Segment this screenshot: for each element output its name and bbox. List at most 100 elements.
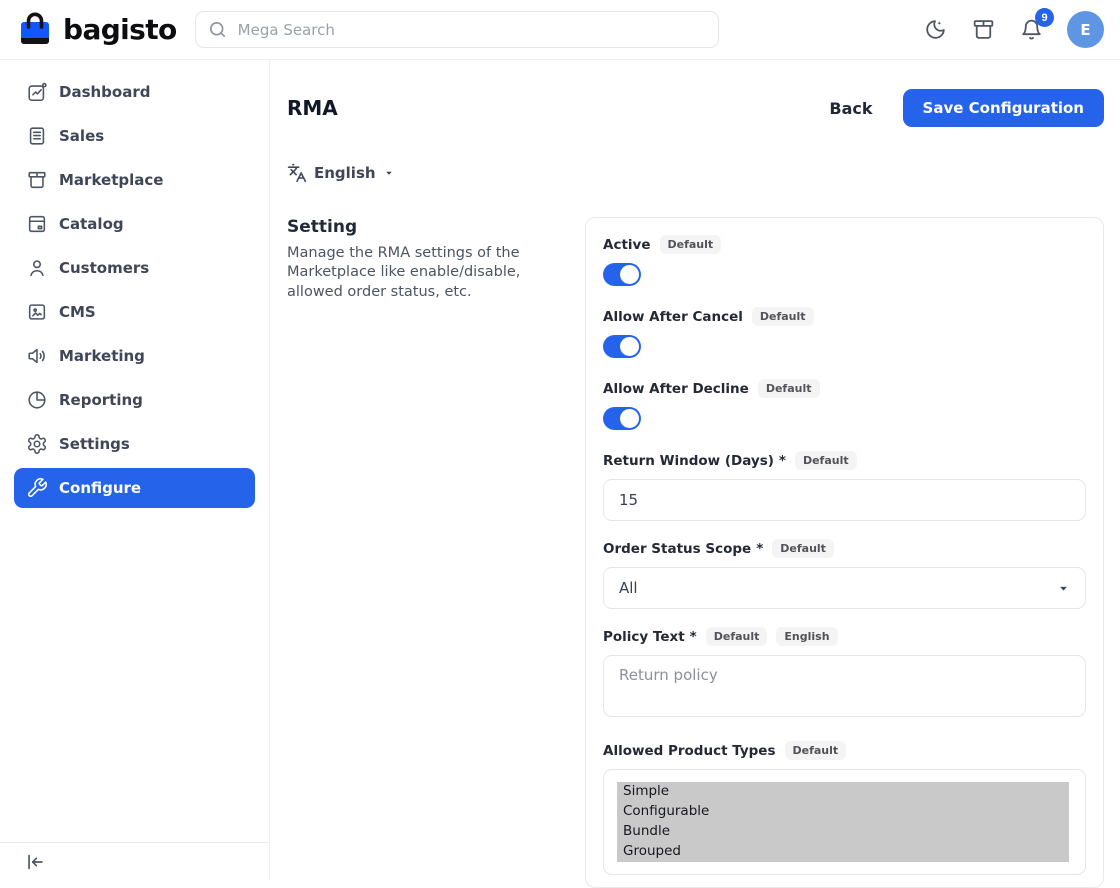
sidebar-item-catalog[interactable]: Catalog xyxy=(14,204,255,244)
store-button[interactable] xyxy=(971,17,996,42)
section-title: Setting xyxy=(287,217,585,237)
default-badge: Default xyxy=(795,451,857,470)
sidebar-item-dashboard[interactable]: Dashboard xyxy=(14,72,255,112)
sidebar-item-label: Marketplace xyxy=(59,171,163,189)
required-asterisk: * xyxy=(756,541,763,557)
field-label: Order Status Scope xyxy=(603,541,751,557)
default-badge: Default xyxy=(660,235,722,254)
sidebar-item-label: Settings xyxy=(59,435,130,453)
toggle-knob xyxy=(620,409,639,428)
main-content: RMA Back Save Configuration English Sett… xyxy=(270,60,1120,888)
store-icon xyxy=(971,17,996,42)
marketplace-icon xyxy=(26,169,48,191)
section-description: Manage the RMA settings of the Marketpla… xyxy=(287,244,563,302)
marketing-icon xyxy=(26,345,48,367)
content-row: Setting Manage the RMA settings of the M… xyxy=(287,217,1104,888)
field-policy-text: Policy Text * Default English xyxy=(603,627,1086,717)
sidebar-item-label: Dashboard xyxy=(59,83,150,101)
sidebar-item-marketing[interactable]: Marketing xyxy=(14,336,255,376)
field-label-row: Allow After Cancel Default xyxy=(603,307,1086,326)
active-toggle[interactable] xyxy=(603,263,641,286)
field-label: Allow After Decline xyxy=(603,381,749,397)
policy-text-textarea[interactable] xyxy=(603,655,1086,717)
field-label: Policy Text xyxy=(603,629,685,645)
default-badge: Default xyxy=(706,627,768,646)
sidebar-item-label: CMS xyxy=(59,303,96,321)
avatar[interactable]: E xyxy=(1067,11,1104,48)
translate-icon xyxy=(287,163,307,183)
notification-badge: 9 xyxy=(1035,8,1054,27)
sidebar-item-reporting[interactable]: Reporting xyxy=(14,380,255,420)
locale-switcher[interactable]: English xyxy=(287,163,395,183)
section-info: Setting Manage the RMA settings of the M… xyxy=(287,217,585,888)
default-badge: Default xyxy=(752,307,814,326)
reporting-icon xyxy=(26,389,48,411)
save-configuration-button[interactable]: Save Configuration xyxy=(903,89,1104,127)
logo[interactable]: bagisto xyxy=(16,10,177,50)
dashboard-icon xyxy=(26,81,48,103)
field-label-row: Order Status Scope * Default xyxy=(603,539,1086,558)
option-bundle[interactable]: Bundle xyxy=(617,822,1069,842)
toggle-knob xyxy=(620,265,639,284)
sidebar-item-cms[interactable]: CMS xyxy=(14,292,255,332)
logo-text: bagisto xyxy=(63,13,177,46)
dark-mode-button[interactable] xyxy=(923,17,948,42)
field-label-row: Allowed Product Types Default xyxy=(603,741,1086,760)
return-window-input[interactable] xyxy=(603,479,1086,521)
toggle-knob xyxy=(620,337,639,356)
configure-wrench-icon xyxy=(26,477,48,499)
option-grouped[interactable]: Grouped xyxy=(617,842,1069,862)
sidebar-item-label: Reporting xyxy=(59,391,143,409)
moon-icon xyxy=(923,17,948,42)
settings-card: Active Default Allow After Cancel Defaul… xyxy=(585,217,1104,888)
header-actions: Back Save Configuration xyxy=(823,89,1104,127)
field-label-row: Allow After Decline Default xyxy=(603,379,1086,398)
field-label-row: Active Default xyxy=(603,235,1086,254)
option-configurable[interactable]: Configurable xyxy=(617,802,1069,822)
field-return-window: Return Window (Days) * Default xyxy=(603,451,1086,521)
sidebar-item-label: Configure xyxy=(59,479,141,497)
sidebar-item-settings[interactable]: Settings xyxy=(14,424,255,464)
notifications-button[interactable]: 9 xyxy=(1019,17,1044,42)
default-badge: Default xyxy=(758,379,820,398)
back-button[interactable]: Back xyxy=(823,98,878,119)
chevron-down-icon xyxy=(1057,582,1070,595)
chevron-down-icon xyxy=(383,167,395,179)
topbar: bagisto 9 E xyxy=(0,0,1120,60)
sales-icon xyxy=(26,125,48,147)
collapse-sidebar-icon xyxy=(24,851,46,873)
field-label-row: Policy Text * Default English xyxy=(603,627,1086,646)
search-icon xyxy=(208,20,227,39)
sidebar-footer xyxy=(0,842,269,880)
sidebar: Dashboard Sales Marketplace Catalog Cust… xyxy=(0,60,270,880)
cms-icon xyxy=(26,301,48,323)
field-label: Return Window (Days) xyxy=(603,453,774,469)
sidebar-item-label: Sales xyxy=(59,127,104,145)
collapse-sidebar-button[interactable] xyxy=(24,851,46,873)
sidebar-item-sales[interactable]: Sales xyxy=(14,116,255,156)
sidebar-item-label: Catalog xyxy=(59,215,124,233)
page-title: RMA xyxy=(287,96,338,120)
search-box xyxy=(195,11,719,48)
order-status-scope-select[interactable]: All xyxy=(603,567,1086,609)
default-badge: Default xyxy=(772,539,834,558)
allow-after-cancel-toggle[interactable] xyxy=(603,335,641,358)
bagisto-logo-icon xyxy=(16,10,54,50)
sidebar-item-label: Marketing xyxy=(59,347,145,365)
field-label: Active xyxy=(603,237,651,253)
field-allowed-product-types: Allowed Product Types Default Simple Con… xyxy=(603,741,1086,875)
page-header: RMA Back Save Configuration xyxy=(287,89,1104,127)
locale-badge: English xyxy=(776,627,837,646)
field-allow-after-cancel: Allow After Cancel Default xyxy=(603,307,1086,358)
catalog-icon xyxy=(26,213,48,235)
customers-icon xyxy=(26,257,48,279)
default-badge: Default xyxy=(785,741,847,760)
sidebar-item-configure[interactable]: Configure xyxy=(14,468,255,508)
sidebar-item-customers[interactable]: Customers xyxy=(14,248,255,288)
sidebar-item-marketplace[interactable]: Marketplace xyxy=(14,160,255,200)
topbar-right: 9 E xyxy=(923,11,1104,48)
sidebar-item-label: Customers xyxy=(59,259,149,277)
allow-after-decline-toggle[interactable] xyxy=(603,407,641,430)
search-input[interactable] xyxy=(236,20,706,40)
option-simple[interactable]: Simple xyxy=(617,782,1069,802)
